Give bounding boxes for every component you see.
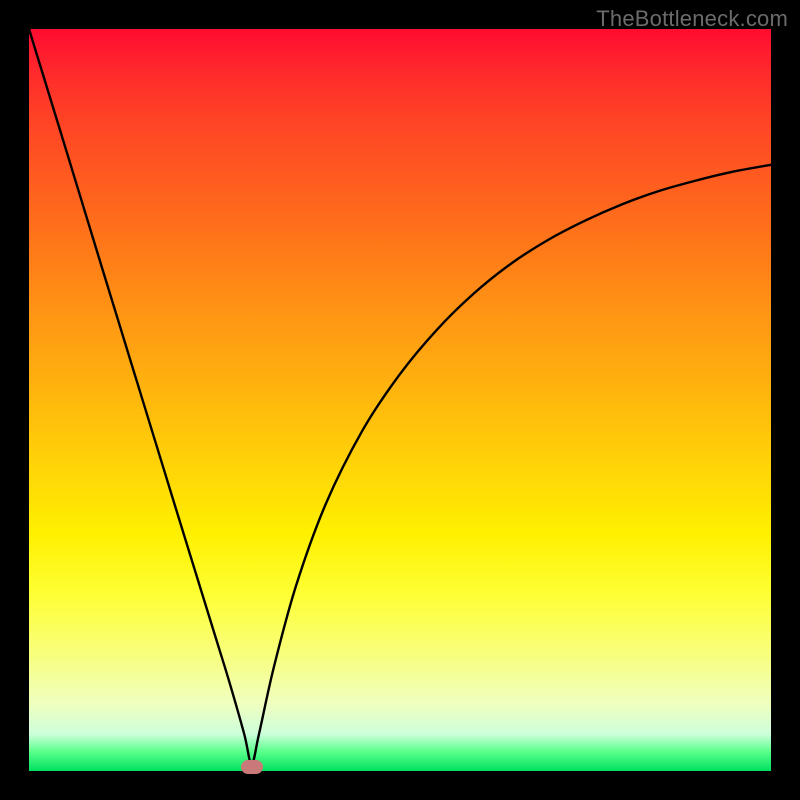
chart-frame: TheBottleneck.com (0, 0, 800, 800)
bottleneck-curve (29, 29, 771, 771)
plot-area (29, 29, 771, 771)
optimal-marker (241, 760, 263, 774)
watermark-text: TheBottleneck.com (596, 6, 788, 32)
